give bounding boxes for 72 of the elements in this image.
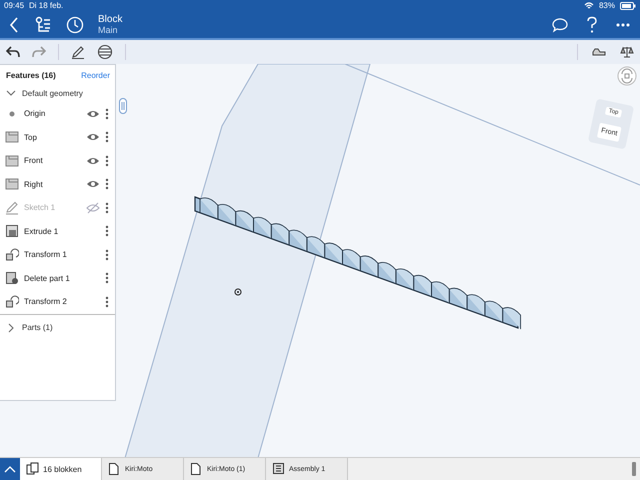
- feature-label: Transform 2: [24, 297, 68, 306]
- comment-icon[interactable]: [552, 17, 568, 33]
- feature-row[interactable]: Extrude 1: [0, 220, 115, 243]
- branch-name: Main: [98, 25, 119, 36]
- extruded-part-drawing[interactable]: [194, 196, 521, 330]
- feature-row[interactable]: Transform 1: [0, 243, 115, 266]
- more-vertical-icon[interactable]: [105, 131, 109, 144]
- document-tab[interactable]: 16 blokken: [20, 458, 102, 480]
- chevron-right-icon: [6, 322, 16, 332]
- group-label: Default geometry: [22, 88, 83, 98]
- more-vertical-icon[interactable]: [105, 225, 109, 238]
- feature-label: Right: [24, 180, 44, 189]
- more-vertical-icon[interactable]: [105, 272, 109, 284]
- status-date: Di 18 feb.: [29, 1, 64, 11]
- back-icon[interactable]: [8, 16, 20, 34]
- pencil-icon: [5, 200, 19, 215]
- feature-label: Extrude 1: [24, 226, 60, 236]
- globe-icon[interactable]: [97, 44, 113, 60]
- document-icon: [108, 462, 121, 476]
- history-icon[interactable]: [66, 16, 84, 34]
- battery-icon: [620, 2, 636, 10]
- feature-label: Origin: [24, 109, 46, 118]
- balance-scale-icon[interactable]: [620, 45, 634, 59]
- expand-tabs-button[interactable]: [0, 458, 20, 480]
- reorder-link[interactable]: Reorder: [81, 71, 110, 80]
- more-vertical-icon[interactable]: [105, 248, 109, 261]
- feature-label: Sketch 1: [24, 203, 56, 212]
- panel-title: Features (16): [6, 71, 56, 80]
- documents-icon: [26, 462, 39, 476]
- scroll-grip-icon: [632, 462, 636, 476]
- feature-row[interactable]: Right: [0, 172, 115, 196]
- plane-icon: [5, 154, 19, 168]
- feature-tree-icon[interactable]: [34, 16, 52, 34]
- battery-percent: 83%: [598, 1, 615, 11]
- more-vertical-icon[interactable]: [105, 108, 109, 120]
- feature-row[interactable]: Transform 2: [0, 290, 115, 314]
- undo-icon[interactable]: [6, 46, 20, 58]
- delete-part-icon: [5, 271, 19, 286]
- chevron-up-icon: [4, 465, 16, 473]
- more-vertical-icon[interactable]: [105, 202, 109, 214]
- more-vertical-icon[interactable]: [105, 154, 109, 167]
- tree-group-row[interactable]: Default geometry: [0, 84, 115, 102]
- status-time: 09:45: [4, 1, 24, 11]
- more-vertical-icon[interactable]: [105, 296, 109, 308]
- more-icon[interactable]: [616, 23, 630, 27]
- assembly-icon: [272, 462, 285, 476]
- extrude-icon: [5, 224, 19, 238]
- origin-marker-icon: [234, 288, 242, 296]
- plane-icon: [5, 130, 19, 144]
- wifi-icon: [584, 2, 594, 10]
- help-icon[interactable]: [586, 16, 598, 34]
- pencil-icon[interactable]: [71, 45, 85, 59]
- rotate-view-icon[interactable]: [617, 66, 637, 86]
- more-vertical-icon[interactable]: [105, 178, 109, 190]
- feature-label: Delete part 1: [24, 274, 71, 283]
- tree-group-row[interactable]: Parts (1): [0, 314, 115, 336]
- group-label: Parts (1): [22, 323, 53, 332]
- feature-row[interactable]: Front: [0, 149, 115, 172]
- transform-icon: [5, 294, 19, 309]
- feature-label: Top: [24, 132, 38, 142]
- feature-label: Transform 1: [24, 250, 68, 260]
- feature-row[interactable]: Origin: [0, 102, 115, 126]
- plane-icon: [5, 177, 19, 192]
- document-title: Block: [98, 14, 122, 25]
- feature-row[interactable]: Top: [0, 126, 115, 149]
- transform-icon: [5, 248, 19, 262]
- panel-handle-icon[interactable]: [119, 98, 127, 114]
- feature-label: Front: [24, 156, 44, 166]
- feature-row[interactable]: Delete part 1: [0, 266, 115, 290]
- measure-tool-icon[interactable]: [592, 46, 606, 58]
- document-icon: [190, 462, 203, 476]
- chevron-down-icon: [6, 88, 16, 98]
